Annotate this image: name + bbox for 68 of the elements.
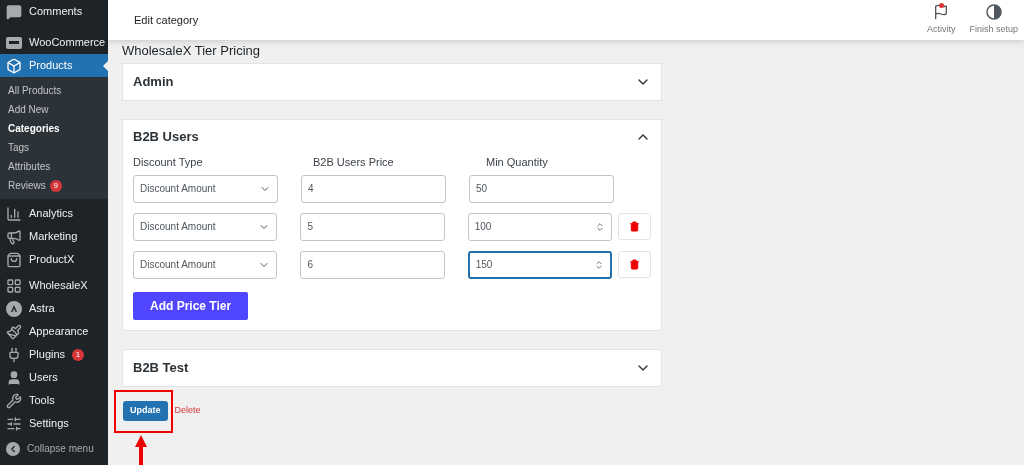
megaphone-icon xyxy=(6,228,22,245)
user-icon xyxy=(6,369,22,386)
paintbrush-icon xyxy=(6,323,22,340)
menu-item[interactable]: ProductX xyxy=(0,248,108,271)
price-field[interactable]: 4 xyxy=(301,174,446,203)
section-heading: WholesaleX Tier Pricing xyxy=(122,42,261,60)
menu-item[interactable]: WooCommerce xyxy=(0,31,108,54)
collapse-menu-button[interactable]: Collapse menu xyxy=(0,437,108,460)
menu-item[interactable]: Tools xyxy=(0,389,108,412)
astra-icon xyxy=(6,300,22,317)
submenu-item[interactable]: Categories xyxy=(0,119,108,138)
woo-icon xyxy=(6,36,22,49)
wrench-icon xyxy=(6,392,22,409)
update-button[interactable]: Update xyxy=(123,400,168,421)
column-label: B2B Users Price xyxy=(312,155,395,170)
min-quantity-field[interactable]: 50 xyxy=(469,174,614,203)
menu-item[interactable]: Comments xyxy=(0,0,108,23)
discount-type-select[interactable]: Discount Amount xyxy=(133,250,278,279)
menu-item[interactable]: WholesaleX xyxy=(0,274,108,297)
comment-icon xyxy=(6,3,22,20)
grid-icon xyxy=(6,277,22,294)
menu-item[interactable]: Marketing xyxy=(0,225,108,248)
bar-chart-icon xyxy=(6,205,22,222)
settings-icon xyxy=(6,415,22,432)
min-quantity-field[interactable]: 150 xyxy=(467,250,613,279)
column-label: Discount Type xyxy=(133,155,204,170)
menu-item[interactable]: Plugins 1 xyxy=(0,343,108,366)
trash-icon xyxy=(629,259,641,270)
spinner-icon xyxy=(594,259,605,270)
discount-type-select[interactable]: Discount Amount xyxy=(133,174,278,203)
header-action-button[interactable]: Finish setup xyxy=(969,3,1018,37)
collapse-icon xyxy=(6,441,20,456)
submenu-item[interactable]: Add New xyxy=(0,100,108,119)
count-badge: 1 xyxy=(72,348,85,361)
menu-item[interactable]: Analytics xyxy=(0,202,108,225)
submenu-item[interactable]: Tags xyxy=(0,138,108,157)
price-field[interactable]: 6 xyxy=(300,250,445,279)
column-label: Min Quantity xyxy=(485,155,548,170)
add-price-tier-button[interactable]: Add Price Tier xyxy=(133,291,249,320)
flag-icon xyxy=(933,3,950,20)
count-badge: 9 xyxy=(49,179,62,192)
half-circle-icon xyxy=(985,3,1002,20)
delete-link[interactable]: Delete xyxy=(174,403,201,418)
accordion-header[interactable]: B2B Test xyxy=(123,349,661,386)
archive-icon xyxy=(6,57,22,74)
submenu-item[interactable]: Reviews 9 xyxy=(0,176,108,195)
delete-tier-button[interactable] xyxy=(618,251,651,278)
submenu-item[interactable]: All Products xyxy=(0,81,108,100)
plug-icon xyxy=(6,346,22,363)
delete-tier-button[interactable] xyxy=(618,213,651,240)
submenu-item[interactable]: Attributes xyxy=(0,157,108,176)
price-field[interactable]: 5 xyxy=(300,212,445,241)
min-quantity-field[interactable]: 100 xyxy=(467,212,613,241)
menu-item[interactable]: Products xyxy=(0,54,108,77)
trash-icon xyxy=(629,221,641,232)
pointer-arrow xyxy=(135,434,147,465)
menu-item[interactable]: Astra xyxy=(0,297,108,320)
menu-item[interactable]: Appearance xyxy=(0,320,108,343)
menu-item[interactable]: Users xyxy=(0,366,108,389)
discount-type-select[interactable]: Discount Amount xyxy=(133,212,278,241)
page-title: Edit category xyxy=(134,12,199,28)
bag-icon xyxy=(6,251,22,268)
accordion-header[interactable]: Admin xyxy=(123,64,661,100)
header-action-button[interactable]: Activity xyxy=(926,3,956,37)
spinner-icon xyxy=(595,221,606,232)
menu-item[interactable]: Settings xyxy=(0,412,108,435)
accordion-header[interactable]: B2B Users xyxy=(123,120,661,154)
highlight-frame xyxy=(114,389,173,433)
